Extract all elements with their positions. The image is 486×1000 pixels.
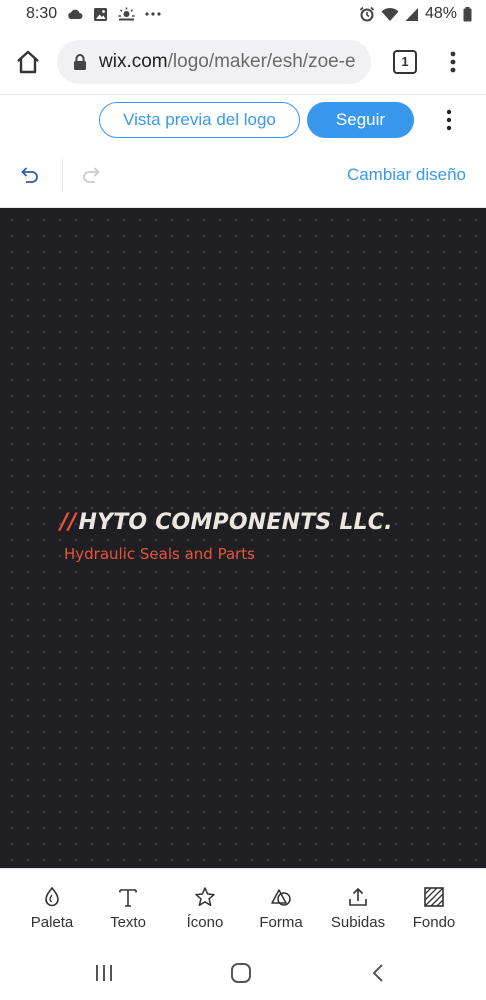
recents-icon — [96, 965, 112, 981]
image-icon — [93, 7, 108, 22]
back-chevron-icon — [372, 964, 383, 982]
browser-toolbar: wix.com/logo/maker/esh/zoe-e 1 — [0, 30, 486, 95]
tool-background[interactable]: Fondo — [396, 869, 472, 945]
star-icon — [195, 887, 215, 907]
lock-icon — [74, 54, 86, 70]
logo-canvas[interactable]: //HYTO COMPONENTS LLC. Hydraulic Seals a… — [0, 208, 486, 868]
logo-tagline[interactable]: Hydraulic Seals and Parts — [64, 545, 393, 563]
redo-button[interactable] — [80, 164, 104, 188]
more-dots-icon — [145, 11, 161, 17]
recents-button[interactable] — [93, 963, 115, 988]
more-vertical-icon — [446, 109, 452, 131]
status-bar: 8:30 48% — [0, 0, 486, 30]
logo-title[interactable]: //HYTO COMPONENTS LLC. — [60, 510, 393, 535]
system-nav-bar — [0, 945, 486, 1000]
url-text: wix.com/logo/maker/esh/zoe-e — [99, 51, 356, 73]
tool-label: Texto — [110, 914, 146, 931]
background-pattern-icon — [424, 887, 444, 907]
wifi-icon — [381, 7, 399, 22]
redo-icon — [83, 167, 100, 183]
palette-drop-icon — [45, 886, 59, 907]
url-path: /logo/maker/esh/zoe-e — [167, 51, 356, 72]
tool-label: Ícono — [186, 914, 224, 931]
undo-icon — [21, 167, 38, 183]
address-bar[interactable]: wix.com/logo/maker/esh/zoe-e — [57, 40, 371, 84]
tool-shape[interactable]: Forma — [243, 869, 319, 945]
cloud-icon — [67, 8, 83, 20]
url-domain: wix.com — [99, 51, 168, 72]
text-icon — [119, 889, 137, 907]
system-back-button[interactable] — [370, 963, 386, 988]
battery-icon — [463, 6, 472, 22]
signal-icon — [405, 7, 419, 22]
more-vertical-icon — [450, 51, 456, 73]
shapes-icon — [271, 889, 291, 906]
status-right: 48% — [359, 5, 472, 23]
tool-label: Fondo — [412, 914, 456, 931]
home-circle-icon — [231, 963, 251, 983]
change-design-link[interactable]: Cambiar diseño — [347, 165, 466, 185]
weather-icon — [118, 7, 135, 21]
home-button[interactable] — [14, 48, 42, 76]
status-left: 8:30 — [26, 5, 161, 23]
home-icon — [17, 50, 39, 74]
editor-header: Vista previa del logo Seguir — [0, 95, 486, 145]
tool-palette[interactable]: Paleta — [14, 869, 90, 945]
status-time: 8:30 — [26, 5, 58, 22]
logo-preview[interactable]: //HYTO COMPONENTS LLC. Hydraulic Seals a… — [60, 510, 393, 563]
logo-company-name: HYTO COMPONENTS LLC. — [78, 510, 393, 535]
bottom-toolbar: Paleta Texto Ícono Forma Subidas Fondo — [0, 868, 486, 946]
tool-label: Forma — [259, 914, 303, 931]
editor-menu-button[interactable] — [442, 106, 456, 134]
tool-uploads[interactable]: Subidas — [320, 869, 396, 945]
undo-button[interactable] — [17, 164, 41, 188]
follow-button[interactable]: Seguir — [307, 102, 414, 138]
tool-label: Subidas — [330, 914, 386, 931]
edit-toolbar: Cambiar diseño — [0, 145, 486, 208]
alarm-icon — [359, 6, 375, 22]
system-home-button[interactable] — [230, 962, 252, 989]
tool-text[interactable]: Texto — [90, 869, 166, 945]
tool-icon[interactable]: Ícono — [167, 869, 243, 945]
tool-label: Paleta — [30, 914, 74, 931]
logo-preview-button[interactable]: Vista previa del logo — [99, 102, 300, 138]
tabs-button[interactable]: 1 — [393, 50, 417, 74]
toolbar-divider — [62, 159, 63, 191]
battery-percent: 48% — [424, 5, 457, 22]
logo-slashes: // — [60, 510, 77, 535]
upload-icon — [349, 887, 367, 906]
browser-menu-button[interactable] — [446, 48, 460, 76]
